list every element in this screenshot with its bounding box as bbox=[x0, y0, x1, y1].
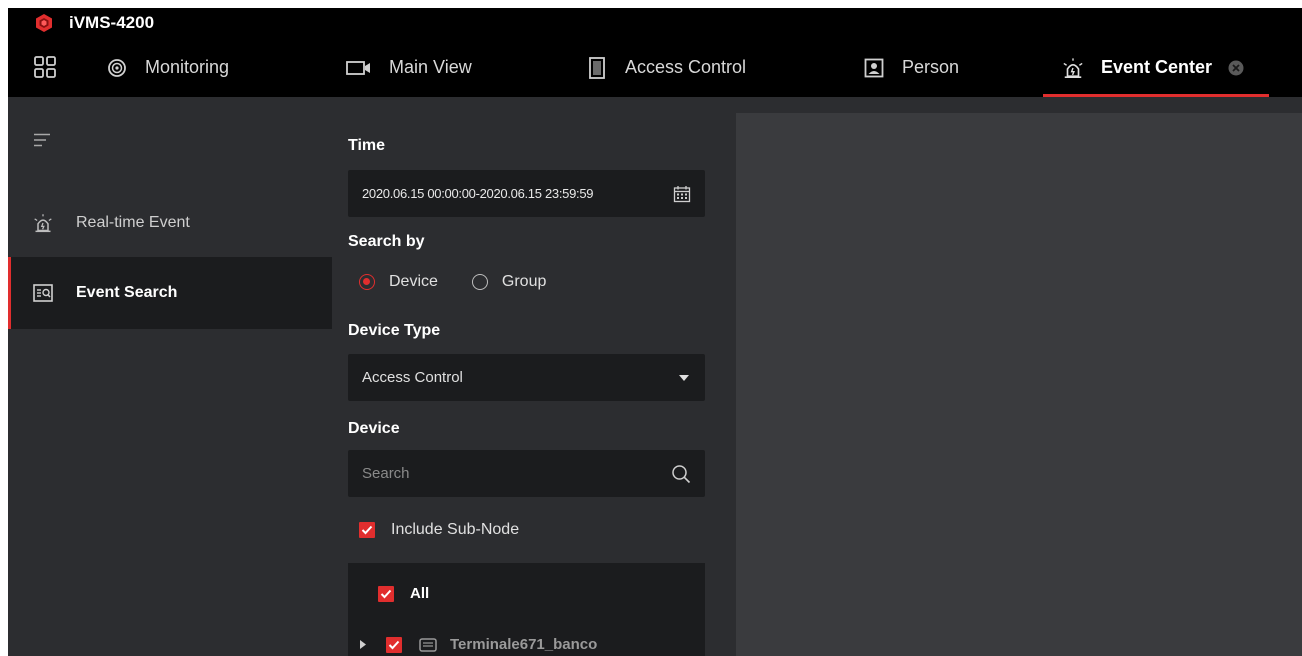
device-search-placeholder: Search bbox=[362, 465, 410, 482]
sidebar: Real-time Event Event Search bbox=[8, 97, 332, 656]
sidebar-item-real-time-event[interactable]: Real-time Event bbox=[8, 187, 332, 259]
tab-monitoring[interactable]: Monitoring bbox=[106, 38, 229, 97]
tab-main-view[interactable]: Main View bbox=[346, 38, 472, 97]
main-content-area bbox=[720, 97, 1302, 656]
time-range-field[interactable]: 2020.06.15 00:00:00-2020.06.15 23:59:59 bbox=[348, 170, 705, 217]
sidebar-item-event-search[interactable]: Event Search bbox=[8, 257, 332, 329]
tree-item-device[interactable]: Terminale671_banco bbox=[360, 636, 597, 653]
monitoring-icon bbox=[106, 57, 128, 79]
sidebar-item-label: Event Search bbox=[76, 284, 178, 301]
module-tab-bar: Monitoring Main View Access Control Pers… bbox=[8, 38, 1302, 97]
tab-event-center[interactable]: Event Center bbox=[1062, 38, 1244, 97]
app-title: iVMS-4200 bbox=[69, 13, 155, 32]
device-type-select[interactable]: Access Control bbox=[348, 354, 705, 401]
alarm-icon bbox=[1062, 57, 1084, 79]
tab-label: Event Center bbox=[1101, 57, 1213, 77]
device-search-input[interactable]: Search bbox=[348, 450, 705, 497]
menu-collapse-icon[interactable] bbox=[34, 133, 50, 147]
tab-label: Main View bbox=[389, 57, 472, 77]
title-bar: iVMS-4200 bbox=[8, 8, 1302, 38]
event-search-panel: Time 2020.06.15 00:00:00-2020.06.15 23:5… bbox=[332, 97, 720, 656]
tab-label: Monitoring bbox=[145, 57, 230, 77]
tab-label: Person bbox=[902, 57, 960, 77]
access-control-icon bbox=[586, 56, 608, 79]
alarm-icon bbox=[33, 213, 53, 233]
search-icon[interactable] bbox=[671, 464, 691, 484]
app-window: iVMS-4200 Monitoring Main View Access Co… bbox=[8, 8, 1302, 656]
device-radio-label: Device bbox=[389, 273, 438, 290]
device-radio[interactable] bbox=[359, 274, 375, 290]
person-icon bbox=[863, 57, 885, 79]
close-tab-icon[interactable] bbox=[1228, 60, 1244, 76]
app-logo-icon bbox=[34, 13, 54, 33]
tab-access-control[interactable]: Access Control bbox=[586, 38, 746, 97]
time-range-value: 2020.06.15 00:00:00-2020.06.15 23:59:59 bbox=[362, 186, 594, 201]
device-tree: All Terminale671_banco bbox=[348, 563, 705, 656]
tree-item-label: Terminale671_banco bbox=[450, 636, 598, 653]
include-sub-node-checkbox[interactable] bbox=[359, 522, 375, 538]
sidebar-item-label: Real-time Event bbox=[76, 214, 190, 231]
tab-person[interactable]: Person bbox=[863, 38, 959, 97]
expand-arrow-icon[interactable] bbox=[360, 640, 366, 649]
time-label: Time bbox=[348, 137, 386, 154]
main-view-icon bbox=[346, 57, 372, 79]
access-terminal-icon bbox=[419, 637, 437, 652]
tree-item-all[interactable]: All bbox=[378, 585, 429, 602]
include-sub-node-label: Include Sub-Node bbox=[391, 521, 520, 538]
group-radio-label: Group bbox=[501, 273, 547, 290]
device-label: Device bbox=[348, 420, 400, 437]
device-type-label: Device Type bbox=[348, 322, 441, 339]
dropdown-arrow-icon bbox=[679, 374, 689, 381]
device-type-value: Access Control bbox=[362, 369, 463, 386]
device-checkbox[interactable] bbox=[386, 636, 402, 653]
calendar-icon[interactable] bbox=[673, 185, 691, 203]
tree-item-label: All bbox=[410, 585, 430, 602]
group-radio[interactable] bbox=[471, 274, 488, 290]
search-by-label: Search by bbox=[348, 233, 425, 250]
modules-grid-icon[interactable] bbox=[34, 56, 56, 78]
tab-label: Access Control bbox=[625, 57, 747, 77]
search-by-radio-group: Device Group bbox=[359, 273, 546, 291]
event-search-icon bbox=[33, 283, 53, 303]
include-sub-node-row[interactable]: Include Sub-Node bbox=[359, 521, 519, 539]
event-results-panel bbox=[736, 113, 1302, 656]
all-checkbox[interactable] bbox=[378, 585, 394, 602]
